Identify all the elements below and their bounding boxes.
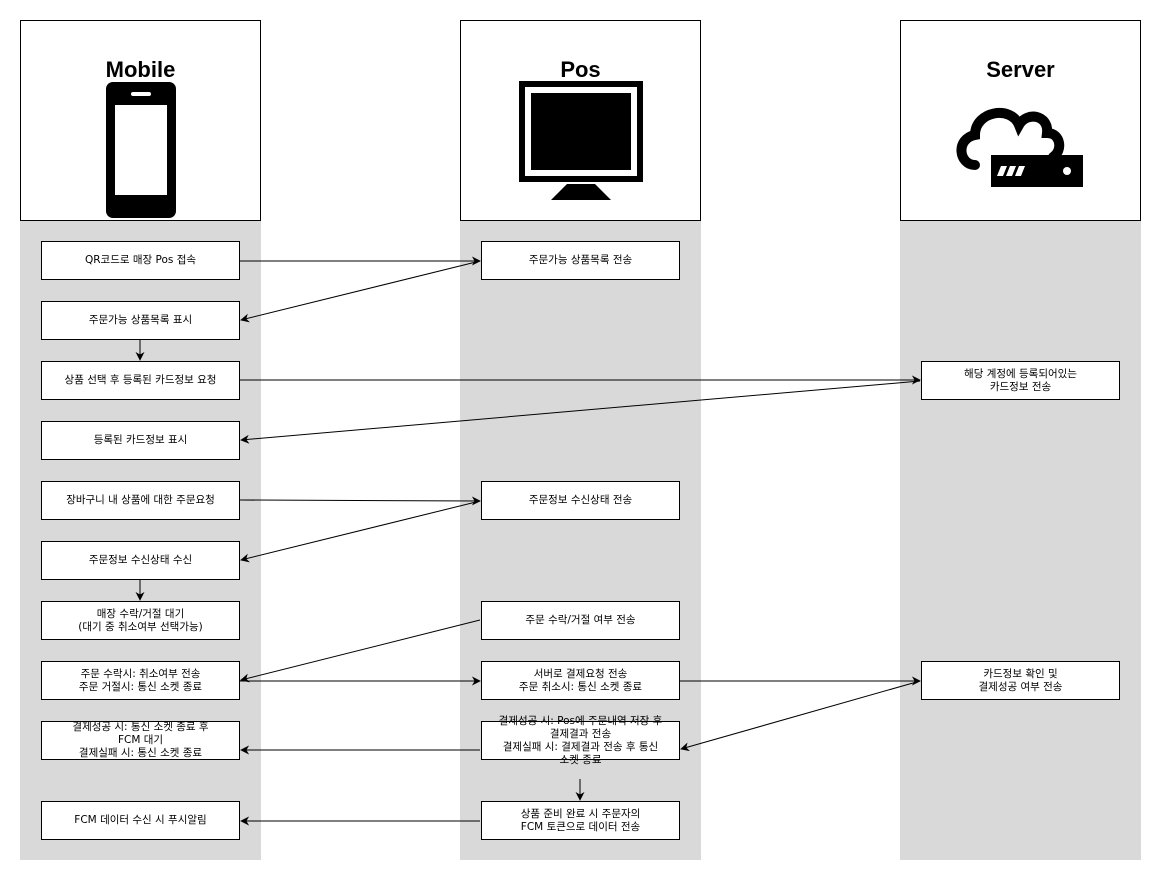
flow-arrows [135,256,921,826]
arrow-server-to-pos-result [680,680,921,752]
arrow-accept-to-mobile [240,619,481,683]
arrow-order-to-pos [239,496,481,506]
arrow-products-to-mobile [240,260,481,323]
arrow-status-to-mobile [240,500,481,563]
arrow-card-to-mobile [240,380,921,444]
